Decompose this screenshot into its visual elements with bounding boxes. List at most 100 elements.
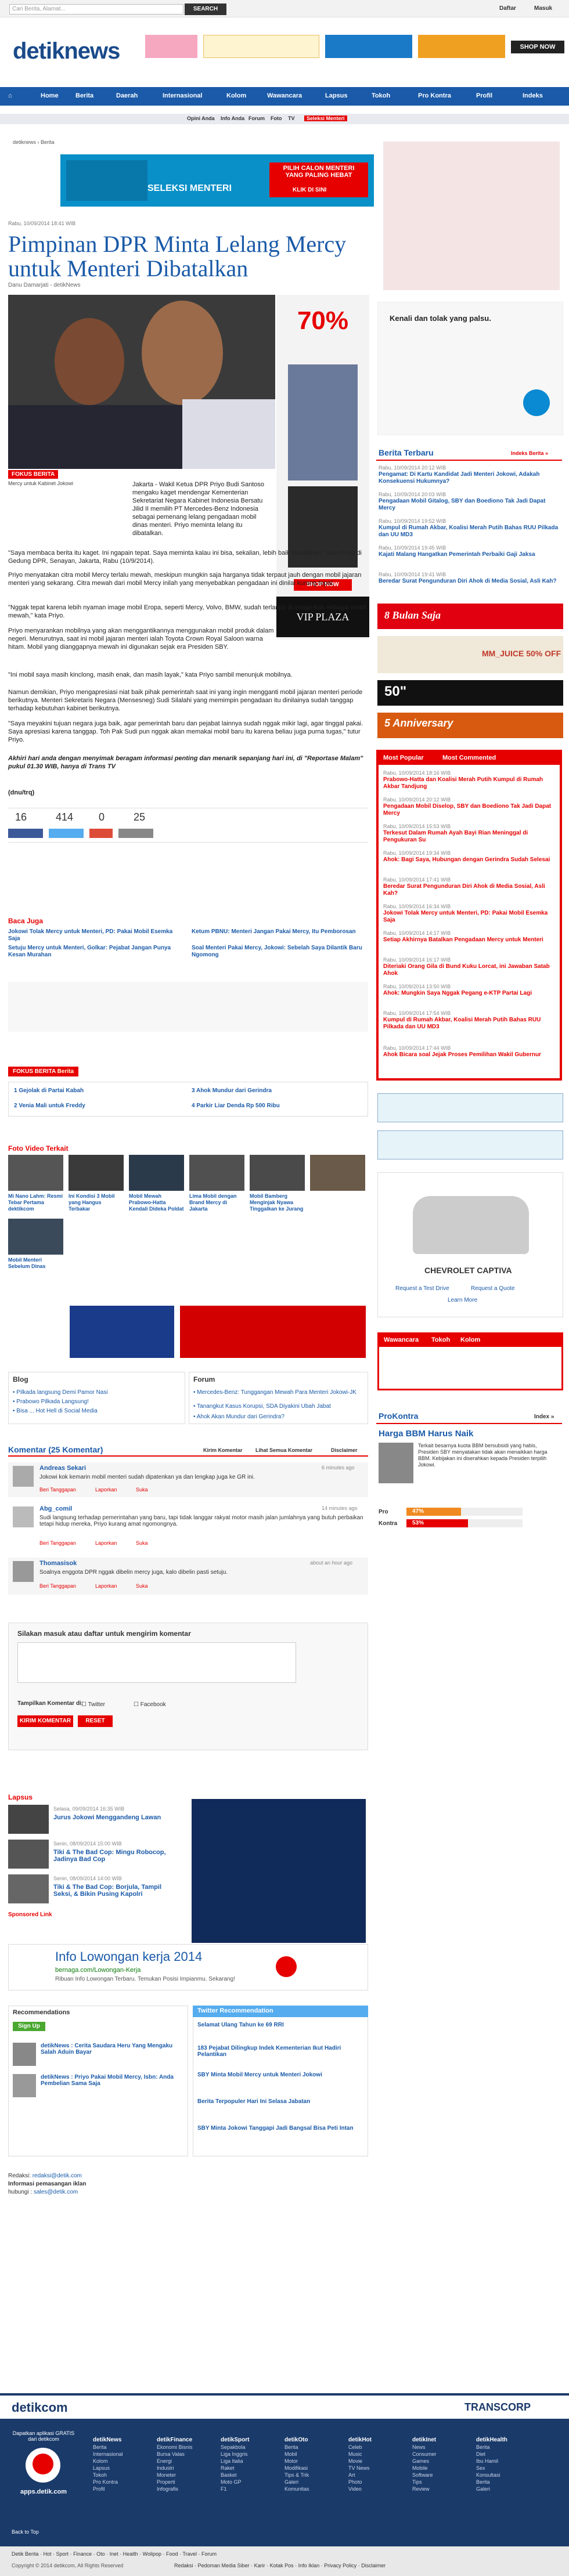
lapsus-item[interactable]: Tiki & The Bad Cop: Mingu Robocop, Jadin… — [53, 1849, 181, 1863]
recommend-item[interactable]: detikNews : Cerita Saudara Heru Yang Men… — [41, 2043, 180, 2055]
blog-item[interactable]: • Bisa ... Hot Hell di Social Media — [13, 1408, 98, 1414]
terbaru-item[interactable]: Rabu, 10/09/2014 19:45 WIB Kajati Malang … — [379, 544, 559, 558]
comment-share-button[interactable] — [118, 829, 153, 838]
popular-item[interactable]: Rabu, 10/09/2014 16:34 WIB Jokowi Tolak M… — [383, 903, 557, 924]
popular-item[interactable]: Rabu, 10/09/2014 20:12 WIB Pengadaan Mobi… — [383, 796, 557, 817]
forum-item[interactable]: • Tanangkut Kasus Korupsi, SDA Diyakini … — [193, 1403, 362, 1410]
ad-url[interactable]: bernaga.com/Lowongan-Kerja — [55, 1967, 141, 1974]
foto-thumb[interactable] — [8, 1155, 63, 1191]
subnav-item[interactable]: Foto — [271, 115, 282, 121]
tab-most-commented[interactable]: Most Commented — [442, 754, 496, 761]
lapsus-thumb[interactable] — [8, 1840, 49, 1869]
related-item[interactable]: Soal Menteri Pakai Mercy, Jokowi: Sebela… — [192, 945, 366, 959]
foto-thumb[interactable] — [8, 1219, 63, 1255]
related-item[interactable]: Setuju Mercy untuk Menteri, Golkar: Peja… — [8, 945, 182, 959]
tweet-item[interactable]: SBY Minta Jokowi Tanggapi Jadi Bangsal B… — [197, 2125, 363, 2131]
footer-bottom-links-2[interactable]: Redaksi · Pedoman Media Siber · Karir · … — [174, 2563, 386, 2568]
google-ad[interactable]: Info Lowongan kerja 2014 bernaga.com/Low… — [8, 1944, 368, 1990]
ad-banner-left[interactable] — [145, 35, 197, 58]
subnav-item[interactable]: Opini Anda — [187, 115, 215, 121]
foto-thumb[interactable] — [129, 1155, 184, 1191]
submit-comment-button[interactable]: KIRIM KOMENTAR — [17, 1715, 73, 1727]
ad-shop-now-button[interactable]: SHOP NOW — [511, 41, 564, 53]
nav-item[interactable]: Indeks — [523, 92, 543, 99]
photo-tag[interactable]: FOKUS BERITA — [8, 470, 59, 479]
nav-home-icon[interactable]: ⌂ — [8, 92, 12, 99]
uob-ad[interactable] — [70, 1306, 174, 1358]
footer-bottom-links[interactable]: Detik Berita · Hot · Sport · Finance · O… — [12, 2551, 557, 2557]
register-link[interactable]: Daftar — [499, 5, 516, 12]
foto-thumb[interactable] — [69, 1155, 124, 1191]
sidebar-ad-publication[interactable] — [377, 1093, 563, 1122]
like-button[interactable]: Suka — [136, 1487, 148, 1493]
comment-author[interactable]: Thomasisok — [39, 1560, 77, 1567]
ad-banner-blue[interactable] — [325, 35, 412, 58]
sidebar-ad-publication[interactable] — [377, 1130, 563, 1159]
subnav-seleksi-menteri[interactable]: Seleksi Menteri — [304, 115, 347, 121]
popular-item[interactable]: Rabu, 10/09/2014 17:41 WIB Beredar Surat … — [383, 876, 557, 897]
terbaru-item[interactable]: Rabu, 10/09/2014 19:52 WIB Kumpul di Ruma… — [379, 518, 559, 539]
report-button[interactable]: Laporkan — [95, 1540, 117, 1546]
ad-mhc[interactable]: MM_JUICE 50% OFF — [377, 636, 563, 673]
comments-tab[interactable]: Kirim Komentar — [203, 1447, 243, 1453]
nav-item[interactable]: Daerah — [116, 92, 138, 99]
forum-item[interactable]: • Ahok Akan Mundur dari Gerindra? — [193, 1414, 362, 1420]
ad-banner-orange[interactable] — [418, 35, 505, 58]
tweet-item[interactable]: 183 Pejabat Dilingkup Indek Kementerian … — [197, 2045, 363, 2058]
honda-ad[interactable] — [180, 1306, 366, 1358]
search-button[interactable]: SEARCH — [185, 3, 226, 15]
facebook-checkbox[interactable]: ☐ Facebook — [134, 1701, 166, 1708]
related-item[interactable]: Jokowi Tolak Mercy untuk Menteri, PD: Pa… — [8, 928, 182, 942]
popular-item[interactable]: Rabu, 10/09/2014 19:34 WIB Ahok: Bagi Say… — [383, 850, 557, 864]
nav-item[interactable]: Berita — [75, 92, 93, 99]
related-item[interactable]: Ketum PBNU: Menteri Jangan Pakai Mercy, … — [192, 928, 366, 935]
comments-tab[interactable]: Disclaimer — [331, 1447, 358, 1453]
twitter-share-button[interactable] — [49, 829, 84, 838]
breadcrumb-home[interactable]: detiknews — [13, 139, 36, 145]
subnav-item[interactable]: TV — [288, 115, 295, 121]
like-button[interactable]: Suka — [136, 1540, 148, 1546]
sponsored-links-box[interactable] — [8, 982, 368, 1032]
google-share-button[interactable] — [89, 829, 113, 838]
reply-button[interactable]: Beri Tanggapan — [39, 1540, 76, 1546]
footer-logo[interactable]: detikcom — [12, 2400, 68, 2415]
prokontra-index-link[interactable]: Index » — [534, 1414, 554, 1420]
breadcrumb-section[interactable]: Berita — [41, 139, 55, 145]
report-button[interactable]: Laporkan — [95, 1487, 117, 1493]
transcorp-logo[interactable]: TRANSCORP — [464, 2401, 531, 2414]
chevrolet-ad[interactable]: CHEVROLET CAPTIVA Request a Test Drive R… — [377, 1172, 563, 1317]
nav-item[interactable]: Pro Kontra — [418, 92, 451, 99]
ad-8bulan[interactable]: 8 Bulan Saja — [377, 604, 563, 629]
ad-title[interactable]: Info Lowongan kerja 2014 — [55, 1949, 202, 1964]
blog-item[interactable]: • Pilkada langsung Demi Pamor Nasi — [13, 1389, 108, 1396]
app-url[interactable]: apps.detik.com — [12, 2488, 75, 2495]
nav-item[interactable]: Tokoh — [372, 92, 390, 99]
foto-caption[interactable]: Ini Kondisi 3 Mobil yang Hangus Terbakar — [69, 1193, 124, 1212]
tweet-item[interactable]: Berita Terpopuler Hari Ini Selasa Jabata… — [197, 2098, 363, 2105]
comment-author[interactable]: Andreas Sekari — [39, 1465, 86, 1472]
blog-item[interactable]: • Prabowo Pilkada Langsung! — [13, 1399, 89, 1405]
fokus-item[interactable]: 2 Venia Mali untuk Freddy — [14, 1103, 85, 1109]
comment-author[interactable]: Abg_comil — [39, 1505, 72, 1512]
recommend-item[interactable]: detikNews : Priyo Pakai Mobil Mercy, Isb… — [41, 2074, 180, 2087]
search-input[interactable]: Cari Berita, Alamat... — [9, 4, 183, 15]
reply-button[interactable]: Beri Tanggapan — [39, 1583, 76, 1589]
foto-thumb[interactable] — [189, 1155, 244, 1191]
foto-caption[interactable]: Mobil Bamberg Menginjak Nyawa Tinggalkan… — [250, 1193, 305, 1212]
subnav-item[interactable]: Forum — [249, 115, 265, 121]
lapsus-item[interactable]: Tiki & The Bad Cop: Borjula, Tampil Seks… — [53, 1884, 181, 1898]
tweet-item[interactable]: Selamat Ulang Tahun ke 69 RRI — [197, 2022, 363, 2028]
terbaru-item[interactable]: Rabu, 10/09/2014 19:41 WIB Beredar Surat … — [379, 571, 559, 585]
seleksi-menteri-banner[interactable]: SELEKSI MENTERI PILIH CALON MENTERI YANG… — [60, 154, 374, 207]
ad-banner-mid[interactable] — [203, 35, 319, 58]
facebook-share-button[interactable] — [8, 829, 43, 838]
foto-caption[interactable]: Mobil Mewah Prabowo-Hatta Kendali Dideka… — [129, 1193, 184, 1212]
prokontra-question[interactable]: Harga BBM Harus Naik — [379, 1429, 473, 1439]
foto-thumb[interactable] — [250, 1155, 305, 1191]
redaksi-link[interactable]: redaksi@detik.com — [33, 2173, 82, 2179]
popular-item[interactable]: Rabu, 10/09/2014 15:53 WIB Terkesut Dalam… — [383, 823, 557, 844]
sales-link[interactable]: sales@detik.com — [34, 2189, 78, 2195]
signup-button[interactable]: Sign Up — [13, 2022, 45, 2031]
terbaru-index-link[interactable]: Indeks Berita » — [511, 450, 548, 456]
popular-item[interactable]: Rabu, 10/09/2014 18:16 WIB Prabowo-Hatta … — [383, 769, 557, 790]
